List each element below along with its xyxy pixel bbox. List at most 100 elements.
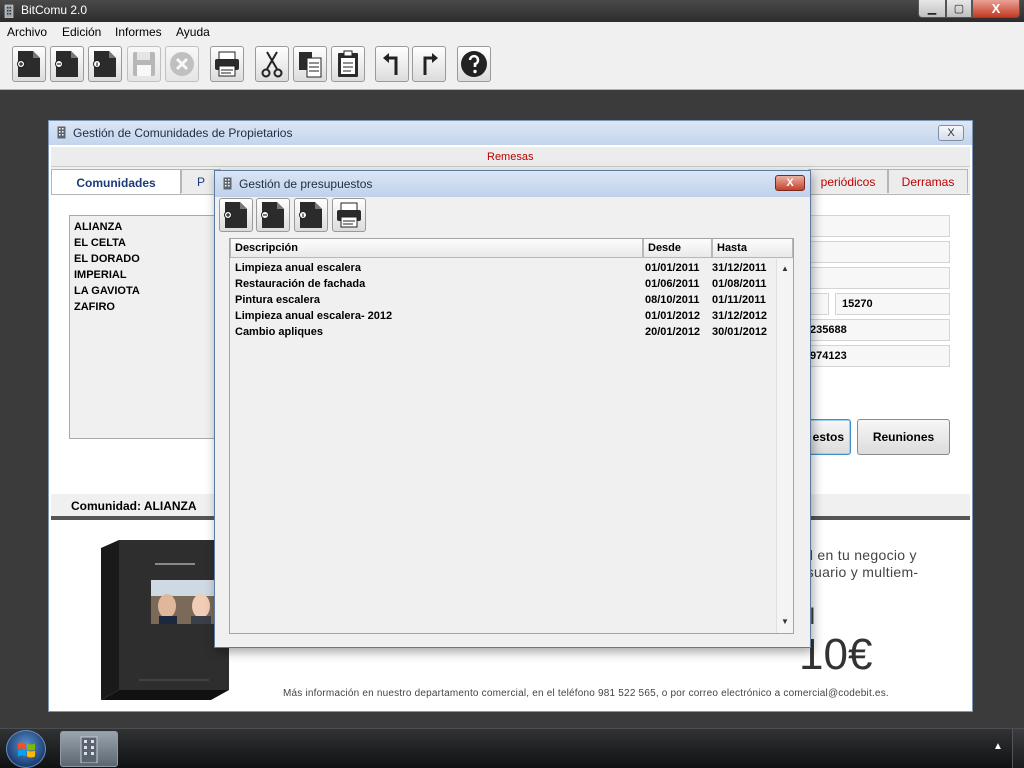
- cell-descripcion: Restauración de fachada: [235, 278, 366, 290]
- print-icon: [337, 202, 361, 228]
- current-community: Comunidad: ALIANZA: [71, 499, 197, 513]
- table-row[interactable]: Pintura escalera 08/10/2011 01/11/2011: [230, 292, 775, 308]
- list-item[interactable]: EL CELTA: [74, 235, 229, 251]
- show-desktop-button[interactable]: [1012, 729, 1024, 768]
- info-doc-icon: [93, 51, 116, 77]
- list-item[interactable]: ALIANZA: [74, 219, 229, 235]
- table-row[interactable]: Cambio apliques 20/01/2012 30/01/2012: [230, 324, 775, 340]
- list-item[interactable]: LA GAVIOTA: [74, 283, 229, 299]
- help-icon: [461, 51, 487, 77]
- paste-button[interactable]: [331, 46, 365, 82]
- remesas-label[interactable]: Remesas: [487, 151, 533, 163]
- list-item[interactable]: IMPERIAL: [74, 267, 229, 283]
- remesas-bar[interactable]: Remesas: [51, 147, 970, 167]
- comunidades-close-button[interactable]: X: [938, 125, 964, 141]
- presupuestos-close-button[interactable]: X: [775, 175, 805, 191]
- delete-doc-icon: [261, 202, 284, 228]
- cell-hasta: 30/01/2012: [712, 326, 768, 338]
- print-button[interactable]: [210, 46, 244, 82]
- building-icon: [4, 4, 14, 18]
- detail-field-3[interactable]: [803, 267, 950, 289]
- scroll-down-arrow[interactable]: ▼: [781, 617, 789, 626]
- delete-button[interactable]: [50, 46, 84, 82]
- table-row[interactable]: Limpieza anual escalera 01/01/2011 31/12…: [230, 260, 775, 276]
- pres-info-button[interactable]: [294, 198, 328, 232]
- comunidades-title: Gestión de Comunidades de Propietarios: [73, 126, 293, 140]
- maximize-button[interactable]: ▢: [946, 0, 972, 18]
- help-button[interactable]: [457, 46, 491, 82]
- menu-ayuda[interactable]: Ayuda: [176, 25, 210, 39]
- table-header: Descripción Desde Hasta: [230, 239, 793, 259]
- column-descripcion[interactable]: Descripción: [230, 239, 643, 258]
- pres-new-button[interactable]: [219, 198, 253, 232]
- phone-field[interactable]: 235688: [803, 319, 950, 341]
- tray-expand-arrow[interactable]: ▲: [993, 741, 1003, 752]
- presupuestos-title: Gestión de presupuestos: [239, 177, 373, 191]
- cell-descripcion: Cambio apliques: [235, 326, 324, 338]
- tab-periodicos[interactable]: periódicos: [808, 169, 888, 193]
- paste-icon: [338, 50, 358, 77]
- cell-desde: 01/01/2011: [645, 262, 700, 274]
- start-button[interactable]: [6, 730, 46, 768]
- presupuestos-dialog: Gestión de presupuestos X Descripción De…: [214, 170, 811, 648]
- toolbar: [0, 42, 1024, 90]
- comunidades-titlebar: Gestión de Comunidades de Propietarios X: [49, 121, 972, 145]
- taskbar: ▲: [0, 728, 1024, 768]
- comunidades-list[interactable]: ALIANZA EL CELTA EL DORADO IMPERIAL LA G…: [69, 215, 234, 439]
- delete-doc-icon: [55, 51, 78, 77]
- column-hasta[interactable]: Hasta: [712, 239, 793, 258]
- cell-desde: 01/06/2011: [645, 278, 700, 290]
- detail-field-2[interactable]: [803, 241, 950, 263]
- copy-button[interactable]: [293, 46, 327, 82]
- info-doc-icon: [299, 202, 322, 228]
- print-icon: [215, 51, 239, 77]
- close-button[interactable]: X: [972, 0, 1020, 18]
- new-button[interactable]: [12, 46, 46, 82]
- undo-icon: [383, 53, 398, 75]
- tab-comunidades[interactable]: Comunidades: [51, 169, 181, 195]
- postal-code-field[interactable]: 15270: [835, 293, 950, 315]
- cut-icon: [261, 51, 283, 78]
- menu-bar: Archivo Edición Informes Ayuda: [0, 22, 1024, 42]
- app-title: BitComu 2.0: [21, 3, 88, 17]
- building-icon: [57, 126, 66, 139]
- minimize-button[interactable]: ▁: [918, 0, 946, 18]
- cell-desde: 01/01/2012: [645, 310, 701, 322]
- table-row[interactable]: Limpieza anual escalera- 2012 01/01/2012…: [230, 308, 775, 324]
- reuniones-button[interactable]: Reuniones: [857, 419, 950, 455]
- menu-edicion[interactable]: Edición: [62, 25, 101, 39]
- pres-delete-button[interactable]: [256, 198, 290, 232]
- menu-archivo[interactable]: Archivo: [7, 25, 47, 39]
- cell-descripcion: Limpieza anual escalera- 2012: [235, 310, 393, 322]
- detail-field-1[interactable]: [803, 215, 950, 237]
- undo-button[interactable]: [375, 46, 409, 82]
- taskbar-app-bitcomu[interactable]: [60, 731, 118, 767]
- product-box-image: [101, 540, 229, 700]
- cell-descripcion: Limpieza anual escalera: [235, 262, 361, 274]
- redo-icon: [423, 53, 438, 75]
- info-button[interactable]: [88, 46, 122, 82]
- pres-print-button[interactable]: [332, 198, 366, 232]
- column-desde[interactable]: Desde: [643, 239, 712, 258]
- menu-informes[interactable]: Informes: [115, 25, 162, 39]
- scroll-up-arrow[interactable]: ▲: [781, 264, 789, 273]
- cell-hasta: 31/12/2012: [712, 310, 768, 322]
- list-item[interactable]: EL DORADO: [74, 251, 229, 267]
- cancel-icon: [170, 52, 194, 76]
- new-doc-icon: [224, 202, 247, 228]
- fax-field[interactable]: 974123: [803, 345, 950, 367]
- table-row[interactable]: Restauración de fachada 01/06/2011 01/08…: [230, 276, 775, 292]
- cell-desde: 20/01/2012: [645, 326, 701, 338]
- cancel-button[interactable]: [165, 46, 199, 82]
- list-item[interactable]: ZAFIRO: [74, 299, 229, 315]
- save-button[interactable]: [127, 46, 161, 82]
- building-icon: [223, 177, 232, 190]
- redo-button[interactable]: [412, 46, 446, 82]
- presupuestos-table: Descripción Desde Hasta Limpieza anual e…: [229, 238, 794, 634]
- windows-logo-icon: [18, 742, 35, 758]
- tab-derramas[interactable]: Derramas: [888, 169, 968, 193]
- ad-contact-info: Más información en nuestro departamento …: [283, 688, 889, 699]
- cell-hasta: 31/12/2011: [712, 262, 767, 274]
- cut-button[interactable]: [255, 46, 289, 82]
- vertical-scrollbar[interactable]: ▲ ▼: [776, 259, 793, 633]
